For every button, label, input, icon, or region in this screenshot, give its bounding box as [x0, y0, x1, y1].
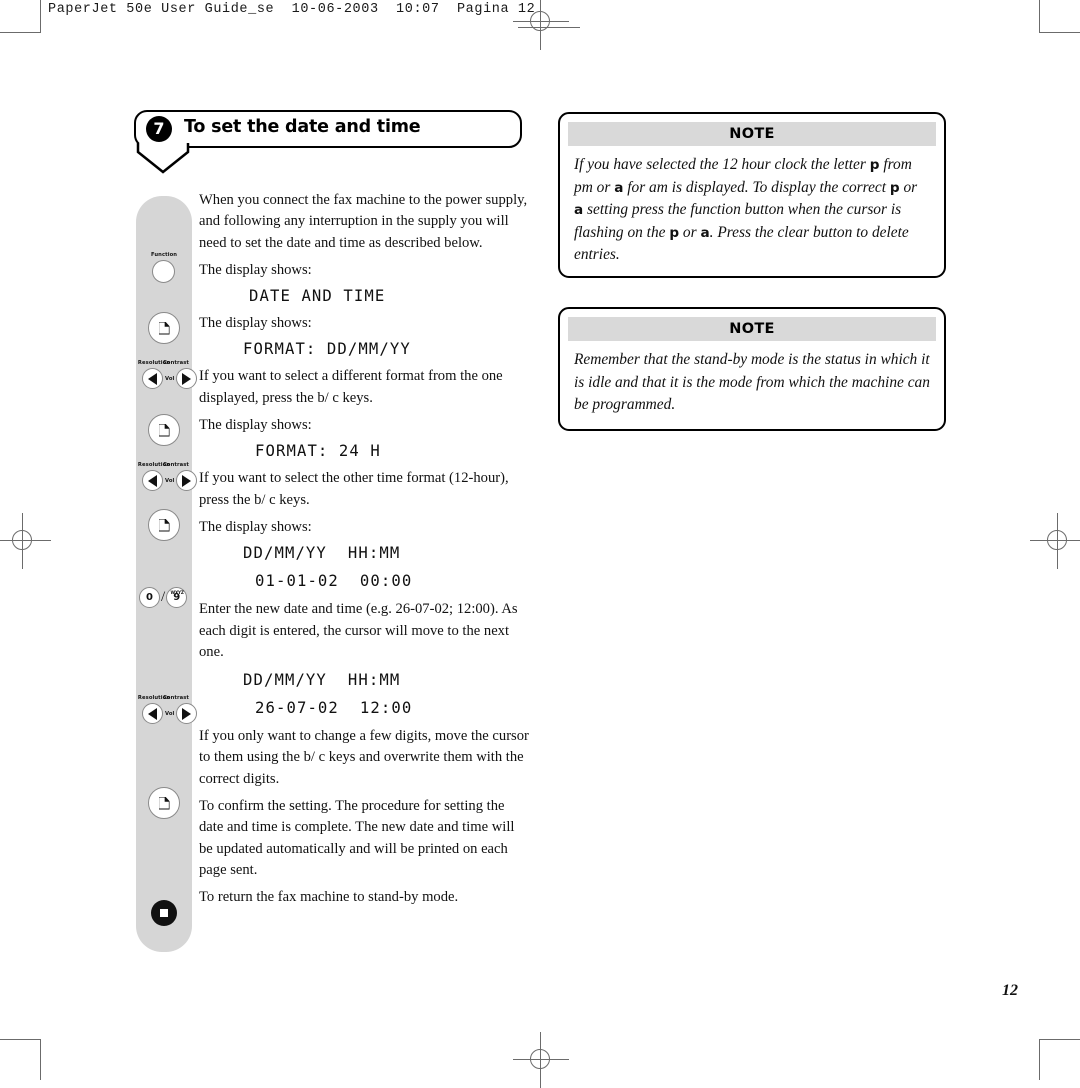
step-edit-digits: If you only want to change a few digits,…: [199, 728, 529, 787]
function-button[interactable]: [152, 260, 175, 283]
page-icon: [158, 518, 170, 532]
callout-tail-icon: [136, 143, 190, 174]
step-return-standby: To return the fax machine to stand-by mo…: [199, 889, 459, 906]
note-box-1: NOTE If you have selected the 12 hour cl…: [558, 112, 946, 278]
registration-mark-right: [1030, 513, 1080, 569]
key-range-separator: /: [161, 589, 166, 605]
contrast-label-1: Contrast: [163, 360, 189, 366]
header-rule: [518, 27, 580, 28]
volume-label-3: Vol: [165, 710, 175, 717]
right-arrow-button-2[interactable]: [176, 470, 198, 491]
arrow-key-row-3: Vol: [142, 703, 198, 724]
function-button-label: Function: [150, 252, 178, 258]
display-shows-label-1: The display shows:: [199, 261, 312, 278]
contrast-label-2: Contrast: [163, 462, 189, 468]
volume-label-1: Vol: [165, 375, 175, 382]
set-button-2[interactable]: [148, 414, 180, 446]
crop-mark-top-left: [0, 0, 41, 33]
arrow-key-row-2: Vol: [142, 470, 198, 491]
right-arrow-icon: [182, 474, 192, 487]
page-title: To set the date and time: [184, 117, 421, 137]
step-select-time-format: If you want to select the other time for…: [199, 470, 509, 508]
registration-mark-bottom: [513, 1032, 569, 1088]
step-select-format: If you want to select a different format…: [199, 368, 503, 406]
set-button-1[interactable]: [148, 312, 180, 344]
numeric-keypad-range: 0 / 9 WXYZ: [139, 587, 188, 608]
control-panel-illustration: Function Resolution Contrast Vol Resolut…: [136, 196, 198, 952]
crop-mark-top-right: [1039, 0, 1080, 33]
right-arrow-button-3[interactable]: [176, 703, 198, 724]
stop-button-circle: [151, 900, 177, 926]
registration-mark-left: [0, 513, 51, 569]
note-box-2: NOTE Remember that the stand-by mode is …: [558, 307, 946, 431]
display-shows-label-4: The display shows:: [199, 518, 312, 535]
contrast-label-3: Contrast: [163, 695, 189, 701]
scan-header-text: PaperJet 50e User Guide_se 10-06-2003 10…: [48, 2, 536, 17]
lcd-readout-5-value: 26-07-02 12:00: [255, 699, 413, 718]
page-icon: [158, 321, 170, 335]
left-arrow-icon: [148, 474, 157, 487]
lcd-readout-4-value: 01-01-02 00:00: [255, 572, 413, 591]
left-arrow-button-3[interactable]: [142, 703, 163, 724]
key-nine-letters: WXYZ: [170, 589, 184, 595]
arrow-key-row-1: Vol: [142, 368, 198, 389]
step-confirm-setting: To confirm the setting. The procedure fo…: [199, 798, 515, 878]
lcd-readout-3: FORMAT: 24 H: [255, 442, 381, 461]
display-shows-label-2: The display shows:: [199, 315, 312, 332]
page-icon: [158, 423, 170, 437]
left-arrow-button-1[interactable]: [142, 368, 163, 389]
stop-button[interactable]: [151, 900, 177, 926]
note-body-1: If you have selected the 12 hour clock t…: [574, 156, 918, 264]
step-enter-datetime: Enter the new date and time (e.g. 26-07-…: [199, 601, 518, 660]
page-number: 12: [1002, 982, 1018, 999]
lcd-readout-5-header: DD/MM/YY HH:MM: [243, 671, 401, 690]
page-icon: [158, 796, 170, 810]
key-zero-button[interactable]: 0: [139, 587, 160, 608]
crop-mark-bottom-left: [0, 1039, 41, 1080]
note-header-2: NOTE: [568, 317, 936, 341]
left-arrow-icon: [148, 707, 157, 720]
left-arrow-icon: [148, 372, 157, 385]
note-body-2: Remember that the stand-by mode is the s…: [574, 351, 930, 414]
volume-label-2: Vol: [165, 477, 175, 484]
stop-square-icon: [160, 909, 168, 917]
key-nine-button[interactable]: 9 WXYZ: [166, 587, 188, 608]
left-arrow-button-2[interactable]: [142, 470, 163, 491]
crop-mark-bottom-right: [1039, 1039, 1080, 1080]
lcd-readout-2: FORMAT: DD/MM/YY: [243, 340, 411, 359]
right-arrow-icon: [182, 707, 192, 720]
instruction-column: When you connect the fax machine to the …: [199, 190, 529, 915]
right-arrow-icon: [182, 372, 192, 385]
right-arrow-button-1[interactable]: [176, 368, 198, 389]
lcd-readout-1: DATE AND TIME: [249, 287, 386, 306]
step-number-badge: 7: [146, 116, 172, 142]
key-zero-label: 0: [146, 592, 153, 603]
set-button-3[interactable]: [148, 509, 180, 541]
intro-paragraph: When you connect the fax machine to the …: [199, 192, 528, 251]
note-header-1: NOTE: [568, 122, 936, 146]
section-title-callout: 7 To set the date and time: [134, 110, 522, 174]
set-button-4[interactable]: [148, 787, 180, 819]
lcd-readout-4-header: DD/MM/YY HH:MM: [243, 544, 401, 563]
display-shows-label-3: The display shows:: [199, 417, 312, 434]
